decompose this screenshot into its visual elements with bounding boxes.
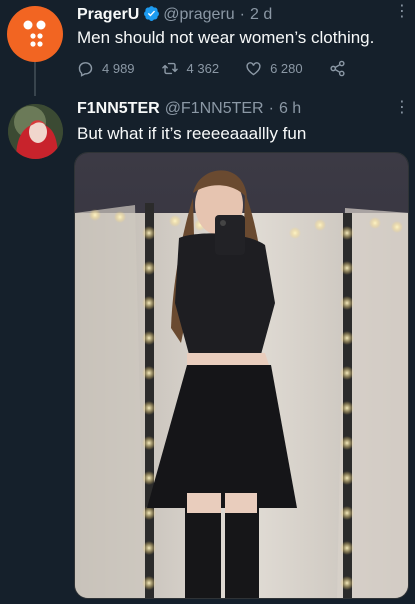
reply-button[interactable]: 4 989 <box>77 60 135 77</box>
tweet-header: F1NN5TER @F1NN5TER · 6 h <box>77 99 301 119</box>
retweet-icon <box>161 62 178 75</box>
tweet-text: But what if it’s reeeeaaallly fun <box>77 124 307 143</box>
reply-count: 4 989 <box>102 61 135 76</box>
timestamp[interactable]: 6 h <box>279 100 301 117</box>
share-button[interactable] <box>329 60 354 77</box>
handle[interactable]: @F1NN5TER <box>165 100 264 117</box>
more-options-icon[interactable]: ⋮ <box>394 100 410 116</box>
retweet-button[interactable]: 4 362 <box>161 60 220 77</box>
tweet-prageru[interactable]: PragerU @prageru · 2 d ⋮ Men should not wea… <box>0 0 415 96</box>
tweet-actions: 4 989 4 362 6 280 <box>77 60 380 77</box>
like-count: 6 280 <box>270 61 303 76</box>
mirror-selfie-photo <box>75 153 408 598</box>
f1nn5ter-avatar[interactable] <box>8 104 63 159</box>
prageru-avatar[interactable] <box>7 6 63 62</box>
share-icon <box>330 60 345 77</box>
more-options-icon[interactable]: ⋮ <box>394 4 410 20</box>
separator-dot: · <box>239 6 245 23</box>
tweet-photo[interactable] <box>74 152 409 599</box>
thread-connector-line <box>34 62 36 96</box>
like-icon <box>246 62 261 76</box>
reply-icon <box>78 62 93 77</box>
like-button[interactable]: 6 280 <box>245 60 303 77</box>
tweet-text: Men should not wear women’s clothing. <box>77 28 375 47</box>
prageru-logo-icon <box>23 20 46 47</box>
profile-photo-icon <box>8 104 63 159</box>
separator-dot: · <box>268 100 274 117</box>
retweet-count: 4 362 <box>186 61 220 76</box>
handle[interactable]: @prageru <box>163 6 234 23</box>
display-name[interactable]: F1NN5TER <box>77 100 160 117</box>
tweet-header: PragerU @prageru · 2 d <box>77 5 272 25</box>
display-name[interactable]: PragerU <box>77 6 139 23</box>
timestamp[interactable]: 2 d <box>250 6 272 23</box>
verified-badge-icon <box>144 6 160 21</box>
